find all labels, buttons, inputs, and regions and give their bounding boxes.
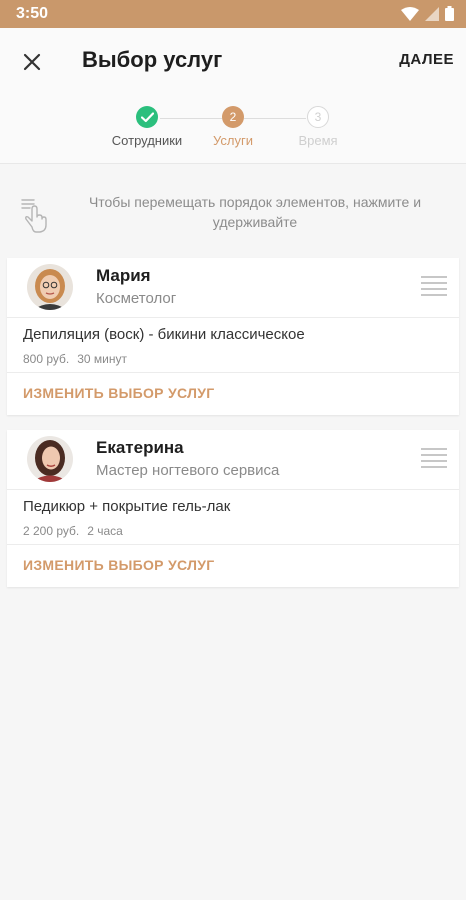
step-label: Время [298,133,338,148]
stepper: Сотрудники 2 Услуги 3 Время [0,94,466,164]
service-item: Педикюр + покрытие гель-лак 2 200 руб. 2 … [7,490,459,545]
battery-icon [445,6,454,21]
service-meta: 2 200 руб. 2 часа [23,524,123,538]
drag-handle-icon[interactable] [421,448,447,472]
status-time: 3:50 [16,5,49,22]
employee-card: Мария Косметолог Депиляция (воск) - бики… [7,258,459,415]
employee-role: Мастер ногтевого сервиса [96,462,280,479]
reorder-hint: Чтобы перемещать порядок элементов, нажм… [0,180,466,240]
touch-hold-icon [21,199,47,233]
change-services-label: ИЗМЕНИТЬ ВЫБОР УСЛУГ [23,557,215,573]
service-item: Депиляция (воск) - бикини классическое 8… [7,318,459,373]
status-bar: 3:50 [0,0,466,28]
signal-icon [425,6,439,21]
wifi-icon [401,6,419,21]
app-bar: Выбор услуг ДАЛЕЕ [0,28,466,94]
service-name: Педикюр + покрытие гель-лак [23,498,231,515]
step-number: 3 [307,106,329,128]
close-icon [23,53,41,71]
status-icons [401,6,454,21]
employee-header[interactable]: Екатерина Мастер ногтевого сервиса [7,430,459,490]
change-services-button[interactable]: ИЗМЕНИТЬ ВЫБОР УСЛУГ [7,545,459,587]
employee-name: Мария [96,266,151,285]
employee-header[interactable]: Мария Косметолог [7,258,459,318]
check-icon [136,106,158,128]
step-time: 3 Время [268,106,368,148]
change-services-label: ИЗМЕНИТЬ ВЫБОР УСЛУГ [23,385,215,401]
step-label: Сотрудники [111,133,183,148]
hint-text: Чтобы перемещать порядок элементов, нажм… [88,194,422,230]
service-meta: 800 руб. 30 минут [23,352,127,366]
close-button[interactable] [14,44,50,80]
service-name: Депиляция (воск) - бикини классическое [23,326,305,343]
drag-handle-icon[interactable] [421,276,447,300]
step-number: 2 [222,106,244,128]
service-duration: 2 часа [87,524,123,538]
employee-card: Екатерина Мастер ногтевого сервиса Педик… [7,430,459,587]
employee-name: Екатерина [96,438,184,457]
service-price: 800 руб. [23,352,70,366]
avatar [27,264,73,310]
employee-role: Косметолог [96,290,177,307]
change-services-button[interactable]: ИЗМЕНИТЬ ВЫБОР УСЛУГ [7,373,459,415]
page-title: Выбор услуг [82,47,223,72]
next-button[interactable]: ДАЛЕЕ [399,51,454,68]
step-employees[interactable]: Сотрудники [97,106,197,148]
service-duration: 30 минут [77,352,128,366]
avatar [27,436,73,482]
service-price: 2 200 руб. [23,524,80,538]
